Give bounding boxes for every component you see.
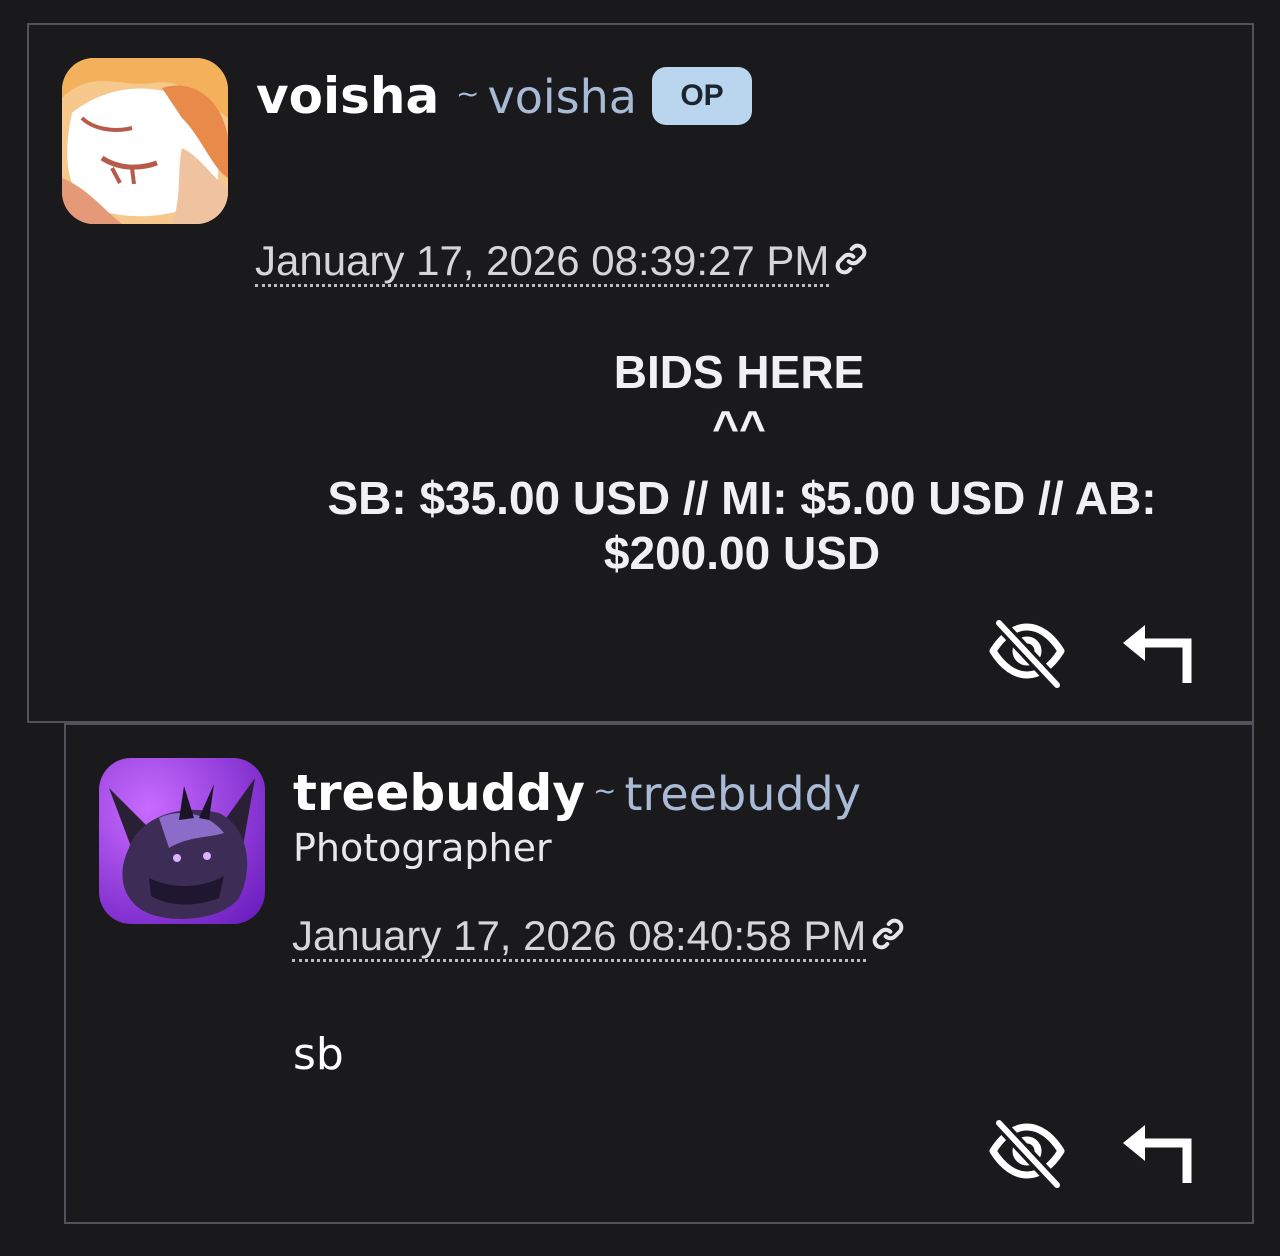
avatar-image-voisha (62, 58, 228, 224)
link-icon[interactable] (831, 239, 871, 279)
reply-arrow-icon[interactable] (1115, 611, 1195, 691)
user-title: Photographer (293, 826, 552, 870)
user-avatar[interactable] (99, 758, 265, 924)
comment-body-text: sb (293, 1029, 344, 1080)
comment-body-title: BIDS HERE ^^ (613, 346, 865, 454)
handle-text: treebuddy (624, 767, 861, 821)
username-link[interactable]: voisha (256, 71, 439, 121)
link-icon[interactable] (868, 914, 908, 954)
user-avatar[interactable] (62, 58, 228, 224)
handle-prefix: ~ (593, 774, 617, 807)
op-badge: OP (652, 67, 752, 125)
comment-timestamp[interactable]: January 17, 2026 08:39:27 PM (255, 240, 830, 287)
reply-arrow-icon[interactable] (1115, 1111, 1195, 1191)
handle-prefix: ~ (456, 77, 480, 110)
comment-thread: voisha ~ voisha OP January 17, 2026 08:39… (0, 0, 1280, 1256)
comment-body-text: SB: $35.00 USD // MI: $5.00 USD // AB: $… (327, 472, 1157, 580)
avatar-image-treebuddy (99, 758, 265, 924)
comment-card-reply: treebuddy ~ treebuddy Photographer Januar… (64, 723, 1254, 1224)
handle-text: voisha (487, 70, 637, 124)
eye-slash-icon[interactable] (987, 611, 1067, 691)
username-link[interactable]: treebuddy (293, 768, 585, 818)
user-handle-link[interactable]: ~ treebuddy (593, 771, 861, 817)
comment-timestamp[interactable]: January 17, 2026 08:40:58 PM (292, 915, 867, 962)
user-handle-link[interactable]: ~ voisha (456, 74, 637, 120)
eye-slash-icon[interactable] (987, 1111, 1067, 1191)
comment-card: voisha ~ voisha OP January 17, 2026 08:39… (27, 23, 1254, 723)
